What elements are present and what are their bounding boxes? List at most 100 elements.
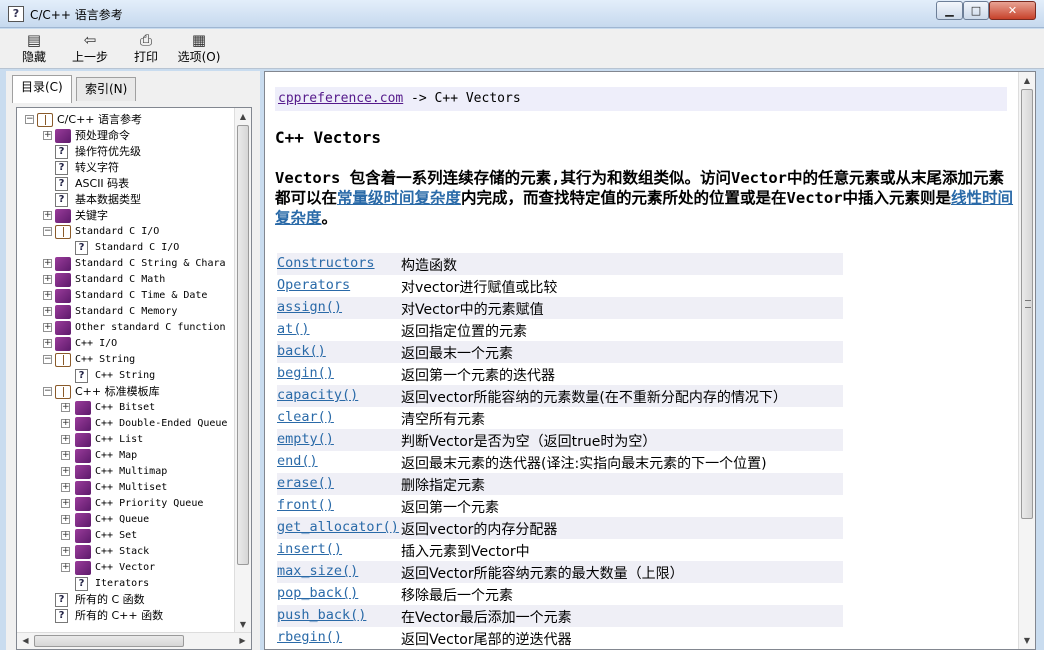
breadcrumb: cppreference.com -> C++ Vectors (275, 87, 1007, 111)
print-button[interactable]: ⎙ 打印 (128, 31, 164, 67)
expand-icon[interactable]: + (61, 563, 70, 572)
tree-item-label: Standard C Math (75, 274, 166, 285)
hide-button[interactable]: ▤ 隐藏 (14, 31, 54, 67)
expand-icon[interactable]: + (43, 339, 52, 348)
method-description: 判断Vector是否为空（返回true时为空） (401, 434, 657, 450)
method-description: 返回vector所能容纳的元素数量(在不重新分配内存的情况下） (401, 390, 787, 406)
tree-vertical-scrollbar[interactable]: ▲ ▼ (234, 108, 251, 633)
breadcrumb-current: C++ Vectors (434, 91, 521, 106)
method-description: 移除最后一个元素 (401, 588, 513, 604)
tree-hscroll-thumb[interactable] (34, 635, 184, 647)
help-icon[interactable]: ? (8, 6, 24, 22)
method-link[interactable]: begin() (277, 365, 334, 381)
constant-time-link[interactable]: 常量级时间复杂度 (337, 189, 461, 207)
expand-icon[interactable]: + (43, 323, 52, 332)
method-link[interactable]: Constructors (277, 255, 375, 271)
breadcrumb-home-link[interactable]: cppreference.com (278, 91, 403, 106)
method-link[interactable]: push_back() (277, 607, 366, 623)
tree-item-label: C++ Double-Ended Queue (95, 418, 228, 429)
scroll-down-icon[interactable]: ▼ (235, 616, 251, 633)
expand-icon[interactable]: + (61, 435, 70, 444)
tree-horizontal-scrollbar[interactable]: ◀ ▶ (17, 632, 251, 649)
expand-icon[interactable]: + (61, 403, 70, 412)
content-pane: cppreference.com -> C++ Vectors C++ Vect… (264, 71, 1036, 650)
scroll-right-icon[interactable]: ▶ (234, 633, 251, 649)
method-description: 对Vector中的元素赋值 (401, 302, 544, 318)
tree-item-label: Iterators (95, 578, 150, 589)
tree-item-label: C++ I/O (75, 338, 118, 349)
method-description: 构造函数 (401, 258, 457, 274)
close-button[interactable]: ✕ (989, 1, 1036, 20)
content-scroll-down-icon[interactable]: ▼ (1019, 632, 1035, 649)
tab-contents[interactable]: 目录(C) (12, 75, 72, 103)
expand-icon[interactable]: + (61, 531, 70, 540)
collapse-icon[interactable]: − (25, 115, 34, 124)
expand-icon[interactable]: + (43, 211, 52, 220)
method-link[interactable]: end() (277, 453, 318, 469)
expand-icon[interactable]: + (61, 467, 70, 476)
expand-icon[interactable]: + (43, 275, 52, 284)
expand-icon[interactable]: + (61, 419, 70, 428)
expand-icon[interactable]: + (43, 131, 52, 140)
minimize-icon: ▁ (945, 4, 954, 17)
method-link[interactable]: empty() (277, 431, 334, 447)
contents-tree-box: − C/C++ 语言参考 + 预处理命令? 操作符优先级? 转义字符? ASCII 码表? 基… (16, 107, 252, 650)
minimize-button[interactable]: ▁ (936, 1, 963, 20)
method-link[interactable]: clear() (277, 409, 334, 425)
expand-icon[interactable]: + (61, 515, 70, 524)
book-icon (55, 289, 71, 303)
method-row: assign() 对Vector中的元素赋值 (277, 297, 843, 319)
method-link[interactable]: capacity() (277, 387, 358, 403)
open-book-icon (55, 225, 71, 239)
method-link[interactable]: at() (277, 321, 310, 337)
collapse-icon[interactable]: − (43, 227, 52, 236)
method-link[interactable]: pop_back() (277, 585, 358, 601)
navigation-pane: 目录(C) 索引(N) − C/C++ 语言参考 + 预处理命令? 操作符优先级? 转义字… (6, 71, 260, 650)
tree-item-label: C++ Map (95, 450, 138, 461)
book-icon (55, 129, 71, 143)
content-scroll-up-icon[interactable]: ▲ (1019, 72, 1035, 89)
options-button[interactable]: ▦ 选项(O) (176, 31, 222, 67)
tab-index[interactable]: 索引(N) (76, 77, 137, 101)
method-link[interactable]: erase() (277, 475, 334, 491)
method-row: max_size() 返回Vector所能容纳元素的最大数量（上限） (277, 561, 843, 583)
method-description: 返回vector的内存分配器 (401, 522, 558, 538)
tree-scroll-thumb[interactable] (237, 125, 249, 565)
page-title: C++ Vectors (275, 128, 381, 147)
method-link[interactable]: insert() (277, 541, 342, 557)
method-link[interactable]: front() (277, 497, 334, 513)
tree-item-label: 操作符优先级 (75, 145, 141, 158)
tree-item-label: Standard C I/O (95, 242, 180, 253)
content-vertical-scrollbar[interactable]: ▲ ▼ (1018, 72, 1035, 649)
scroll-up-icon[interactable]: ▲ (235, 108, 251, 125)
method-description: 返回Vector所能容纳元素的最大数量（上限） (401, 566, 684, 582)
method-link[interactable]: get_allocator() (277, 519, 399, 535)
method-row: back() 返回最末一个元素 (277, 341, 843, 363)
expand-icon[interactable]: + (43, 307, 52, 316)
collapse-icon[interactable]: − (43, 355, 52, 364)
expand-icon[interactable]: + (61, 547, 70, 556)
scroll-left-icon[interactable]: ◀ (17, 633, 34, 649)
book-icon (75, 497, 91, 511)
method-link[interactable]: max_size() (277, 563, 358, 579)
book-icon (75, 465, 91, 479)
method-link[interactable]: rbegin() (277, 629, 342, 645)
book-icon (55, 305, 71, 319)
method-link[interactable]: Operators (277, 277, 350, 293)
expand-icon[interactable]: + (61, 483, 70, 492)
contents-tree: − C/C++ 语言参考 + 预处理命令? 操作符优先级? 转义字符? ASCII 码表? 基… (17, 112, 231, 627)
content-scroll-thumb[interactable] (1021, 89, 1033, 519)
expand-icon[interactable]: + (61, 451, 70, 460)
maximize-button[interactable]: □ (963, 1, 989, 20)
collapse-icon[interactable]: − (43, 387, 52, 396)
expand-icon[interactable]: + (61, 499, 70, 508)
method-link[interactable]: back() (277, 343, 326, 359)
open-book-icon (55, 385, 71, 399)
method-link[interactable]: assign() (277, 299, 342, 315)
expand-icon[interactable]: + (43, 291, 52, 300)
expand-icon[interactable]: + (43, 259, 52, 268)
book-icon (55, 337, 71, 351)
back-button[interactable]: ⇦ 上一步 (66, 31, 114, 67)
open-book-icon (55, 353, 71, 367)
tree-item-label: C++ String (75, 354, 136, 365)
